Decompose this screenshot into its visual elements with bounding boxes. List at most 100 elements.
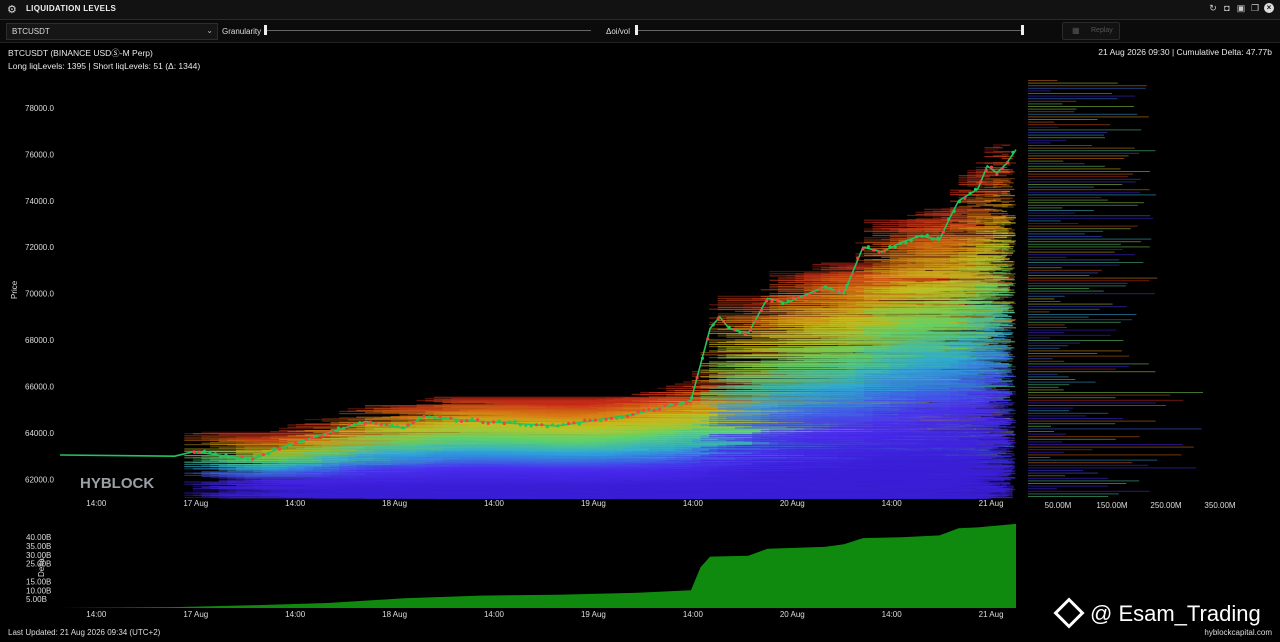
heat-band — [993, 368, 1016, 370]
price-point — [845, 283, 849, 287]
price-point — [620, 415, 624, 419]
price-point — [973, 187, 978, 191]
heat-band — [984, 483, 995, 485]
heat-band — [950, 405, 986, 407]
heat-band — [950, 211, 989, 213]
price-point — [807, 293, 812, 297]
delta-time-tick-label: 14:00 — [86, 610, 107, 619]
heat-band — [1001, 389, 1010, 391]
profile-bar — [1028, 280, 1150, 282]
price-point — [438, 415, 442, 419]
profile-bar — [1028, 124, 1111, 126]
price-point — [711, 323, 715, 327]
heat-band — [993, 164, 1011, 166]
heat-band — [993, 459, 1003, 461]
heat-band — [984, 376, 1002, 378]
profile-bar — [1028, 233, 1085, 235]
heat-band — [1001, 408, 1013, 410]
profile-bar — [1028, 470, 1084, 471]
profile-bar — [1028, 368, 1116, 370]
profile-bar — [1028, 490, 1150, 492]
price-point — [722, 319, 726, 323]
delta-tick-label: 35.00B — [26, 542, 51, 551]
last-updated: Last Updated: 21 Aug 2026 09:34 (UTC+2) — [8, 628, 161, 637]
delta-tick-label: 40.00B — [26, 533, 51, 542]
heat-band — [941, 467, 967, 469]
heat-band — [941, 265, 966, 267]
heat-band — [941, 287, 968, 289]
heat-band — [1001, 292, 1014, 294]
heat-band — [993, 333, 1013, 335]
profile-bar — [1028, 366, 1129, 367]
heat-band — [1001, 294, 1012, 296]
heat-band — [975, 384, 991, 386]
heat-band — [967, 482, 1010, 484]
heat-band — [993, 146, 1001, 148]
heat-band — [1001, 265, 1009, 267]
heat-band — [993, 395, 1008, 397]
heat-band — [1001, 351, 1007, 353]
heat-band — [993, 219, 1015, 221]
heat-band — [1001, 193, 1008, 195]
profile-bar — [1028, 298, 1055, 300]
heat-band — [1001, 358, 1012, 360]
time-tick-label: 21 Aug — [979, 499, 1004, 508]
price-point — [743, 332, 747, 336]
heat-band — [993, 179, 1009, 181]
profile-bar — [1028, 485, 1108, 487]
heat-band — [958, 458, 1014, 461]
price-point — [668, 402, 672, 406]
price-axis-label: Price — [10, 280, 19, 299]
price-point — [952, 209, 956, 213]
profile-bar — [1028, 116, 1149, 118]
price-point — [261, 453, 265, 457]
heat-band — [1001, 151, 1011, 153]
price-point — [925, 233, 929, 237]
price-point — [202, 449, 207, 453]
price-point — [277, 447, 282, 451]
heat-band — [967, 407, 994, 409]
heat-band — [958, 254, 977, 256]
price-point — [401, 426, 405, 430]
heat-band — [984, 259, 1005, 261]
heat-band — [1001, 490, 1014, 492]
price-point — [593, 418, 598, 422]
heat-band — [975, 188, 1015, 190]
profile-bar — [1028, 259, 1120, 261]
price-point — [304, 437, 308, 441]
price-point — [374, 421, 378, 425]
profile-bar — [1028, 360, 1065, 362]
heat-band — [1001, 422, 1009, 424]
heat-band — [1001, 466, 1007, 468]
price-point — [379, 423, 383, 427]
price-point — [294, 441, 298, 445]
heat-band — [993, 184, 1002, 186]
price-point — [947, 217, 951, 221]
price-point — [213, 452, 217, 456]
profile-bar — [1028, 90, 1051, 92]
liquidation-profile — [1028, 80, 1203, 497]
delta-time-tick-label: 14:00 — [882, 610, 903, 619]
price-point — [861, 247, 865, 251]
price-point — [663, 404, 667, 408]
profile-bar — [1028, 332, 1064, 334]
heat-band — [984, 274, 1003, 276]
price-point — [625, 414, 630, 418]
heat-band — [872, 278, 937, 281]
heat-band — [1001, 250, 1016, 252]
price-point — [647, 407, 651, 412]
profile-bar — [1028, 472, 1098, 474]
profile-bar — [1028, 311, 1050, 313]
heat-band — [1001, 474, 1009, 476]
price-point — [449, 416, 453, 420]
profile-bar — [1028, 301, 1061, 302]
price-point — [352, 423, 356, 427]
profile-bar — [1028, 269, 1102, 271]
price-tick-label: 66000.0 — [25, 383, 54, 392]
price-point — [866, 245, 871, 249]
profile-bar — [1028, 251, 1115, 253]
profile-bar — [1028, 197, 1102, 198]
heat-band — [958, 476, 998, 478]
heat-band — [993, 428, 1001, 430]
profile-bar — [1028, 171, 1150, 172]
